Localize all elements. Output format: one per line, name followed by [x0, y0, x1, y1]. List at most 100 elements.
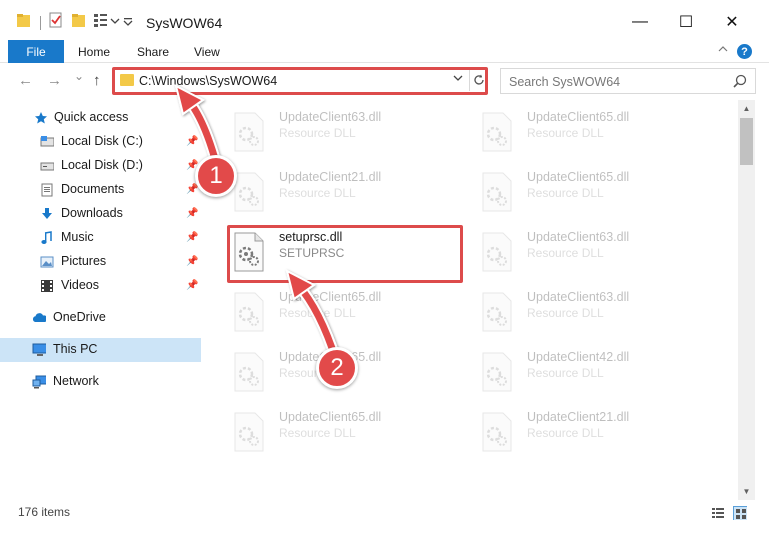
maximize-button[interactable]: ☐ [664, 8, 708, 36]
recent-locations-button[interactable]: ⌄ [74, 69, 84, 83]
tab-view[interactable]: View [194, 45, 220, 59]
file-type: Resource DLL [279, 126, 356, 140]
scroll-down-button[interactable]: ▼ [738, 483, 755, 500]
drive-icon [40, 162, 54, 171]
sidebar-item-local-disk-c[interactable]: Local Disk (C:) 📌 [0, 130, 201, 154]
sidebar-item-local-disk-d[interactable]: Local Disk (D:) 📌 [0, 154, 201, 178]
back-button[interactable]: ← [18, 72, 33, 89]
tab-home[interactable]: Home [78, 45, 110, 59]
file-type: Resource DLL [527, 306, 604, 320]
file-name: UpdateClient63.dll [279, 110, 382, 124]
details-view-icon[interactable] [711, 506, 725, 520]
list-item[interactable]: UpdateClient63.dll Resource DLL [229, 106, 469, 158]
list-item[interactable]: UpdateClient65.dll Resource DLL [229, 286, 469, 338]
file-type: Resource DLL [527, 246, 604, 260]
search-icon[interactable] [733, 74, 747, 88]
pin-icon[interactable]: 📌 [186, 280, 198, 291]
file-name: UpdateClient21.dll [527, 410, 630, 424]
window-title: SysWOW64 [146, 15, 223, 31]
scroll-thumb[interactable] [740, 118, 753, 165]
sidebar-item-label: OneDrive [53, 310, 106, 324]
dll-file-icon [482, 352, 512, 392]
up-button[interactable]: ↑ [93, 72, 101, 89]
vertical-scrollbar[interactable]: ▲ ▼ [738, 100, 755, 500]
sidebar-item-quick-access[interactable]: Quick access [0, 106, 201, 130]
search-placeholder: Search SysWOW64 [509, 75, 621, 89]
sidebar-item-label: This PC [53, 342, 98, 356]
list-item[interactable]: UpdateClient63.dll Resource DLL [477, 286, 717, 338]
list-item[interactable]: UpdateClient65.dll Resource DLL [477, 106, 717, 158]
dll-file-icon [234, 352, 264, 392]
navigation-pane: Quick access Local Disk (C:) 📌 Local Dis… [0, 100, 201, 500]
new-folder-icon[interactable] [71, 12, 87, 28]
help-icon[interactable]: ? [737, 44, 752, 59]
large-icons-view-icon[interactable] [733, 506, 747, 520]
drive-icon [40, 136, 54, 147]
pin-icon[interactable]: 📌 [186, 136, 198, 147]
forward-button[interactable]: → [47, 72, 62, 89]
sidebar-item-this-pc[interactable]: This PC [0, 338, 201, 362]
file-type: Resource DLL [527, 426, 604, 440]
file-name: UpdateClient42.dll [527, 350, 630, 364]
sidebar-item-music[interactable]: Music 📌 [0, 226, 201, 250]
sidebar-item-videos[interactable]: Videos 📌 [0, 274, 201, 298]
cloud-icon [32, 313, 46, 322]
chevron-down-icon[interactable] [110, 17, 120, 25]
sidebar-item-network[interactable]: Network [0, 370, 201, 394]
file-type: Resource DLL [527, 366, 604, 380]
file-highlight-box [227, 225, 463, 283]
search-input[interactable]: Search SysWOW64 [500, 68, 756, 94]
sidebar-item-label: Local Disk (D:) [61, 158, 143, 172]
expand-ribbon-icon[interactable] [717, 44, 729, 54]
dropdown-arrow-icon[interactable] [123, 17, 133, 27]
file-name: UpdateClient65.dll [527, 110, 630, 124]
file-type: Resource DLL [279, 306, 356, 320]
close-button[interactable]: ✕ [710, 8, 754, 36]
download-icon [42, 208, 52, 219]
dll-file-icon [482, 172, 512, 212]
pin-icon[interactable]: 📌 [186, 232, 198, 243]
file-name: UpdateClient65.dll [279, 410, 382, 424]
sidebar-item-label: Documents [61, 182, 125, 196]
list-item[interactable]: UpdateClient65.dll Resource DLL [229, 406, 469, 458]
sidebar-item-pictures[interactable]: Pictures 📌 [0, 250, 201, 274]
file-type: Resource DLL [279, 426, 356, 440]
sidebar-item-label: Music [61, 230, 94, 244]
sidebar-item-downloads[interactable]: Downloads 📌 [0, 202, 201, 226]
folder-icon [17, 14, 30, 27]
sidebar-item-onedrive[interactable]: OneDrive [0, 306, 201, 330]
step-1-badge: 1 [195, 155, 237, 197]
scroll-up-button[interactable]: ▲ [738, 100, 755, 117]
dll-file-icon [234, 292, 264, 332]
file-type: Resource DLL [279, 186, 356, 200]
list-item[interactable]: UpdateClient21.dll Resource DLL [477, 406, 717, 458]
sidebar-item-label: Downloads [61, 206, 123, 220]
sidebar-item-label: Network [53, 374, 99, 388]
list-item[interactable]: UpdateClient63.dll Resource DLL [477, 226, 717, 278]
step-2-badge: 2 [316, 347, 358, 389]
sidebar-item-label: Pictures [61, 254, 107, 268]
customize-toolbar-icon[interactable] [93, 12, 109, 28]
list-item[interactable]: UpdateClient65.dll Resource DLL [477, 166, 717, 218]
file-name: UpdateClient63.dll [527, 230, 630, 244]
pin-icon[interactable]: 📌 [186, 256, 198, 267]
file-name: UpdateClient21.dll [279, 170, 382, 184]
quick-access-separator [40, 16, 41, 30]
minimize-button[interactable]: — [618, 8, 662, 36]
item-count: 176 items [18, 505, 71, 519]
properties-check-icon[interactable] [48, 12, 64, 28]
star-icon [35, 112, 47, 124]
pin-icon[interactable]: 📌 [186, 208, 198, 219]
file-list: UpdateClient63.dll Resource DLL UpdateCl… [205, 100, 738, 500]
dll-file-icon [482, 292, 512, 332]
dll-file-icon [482, 112, 512, 152]
list-item[interactable]: UpdateClient42.dll Resource DLL [477, 346, 717, 398]
sidebar-item-documents[interactable]: Documents 📌 [0, 178, 201, 202]
dll-file-icon [482, 412, 512, 452]
list-item[interactable]: UpdateClient21.dll Resource DLL [229, 166, 469, 218]
tab-file[interactable]: File [8, 40, 64, 63]
tab-share[interactable]: Share [137, 45, 169, 59]
navigation-bar: ← → ⌄ ↑ C:\Windows\SysWOW64 Search SysWO… [0, 64, 769, 100]
file-type: Resource DLL [527, 126, 604, 140]
dll-file-icon [234, 412, 264, 452]
